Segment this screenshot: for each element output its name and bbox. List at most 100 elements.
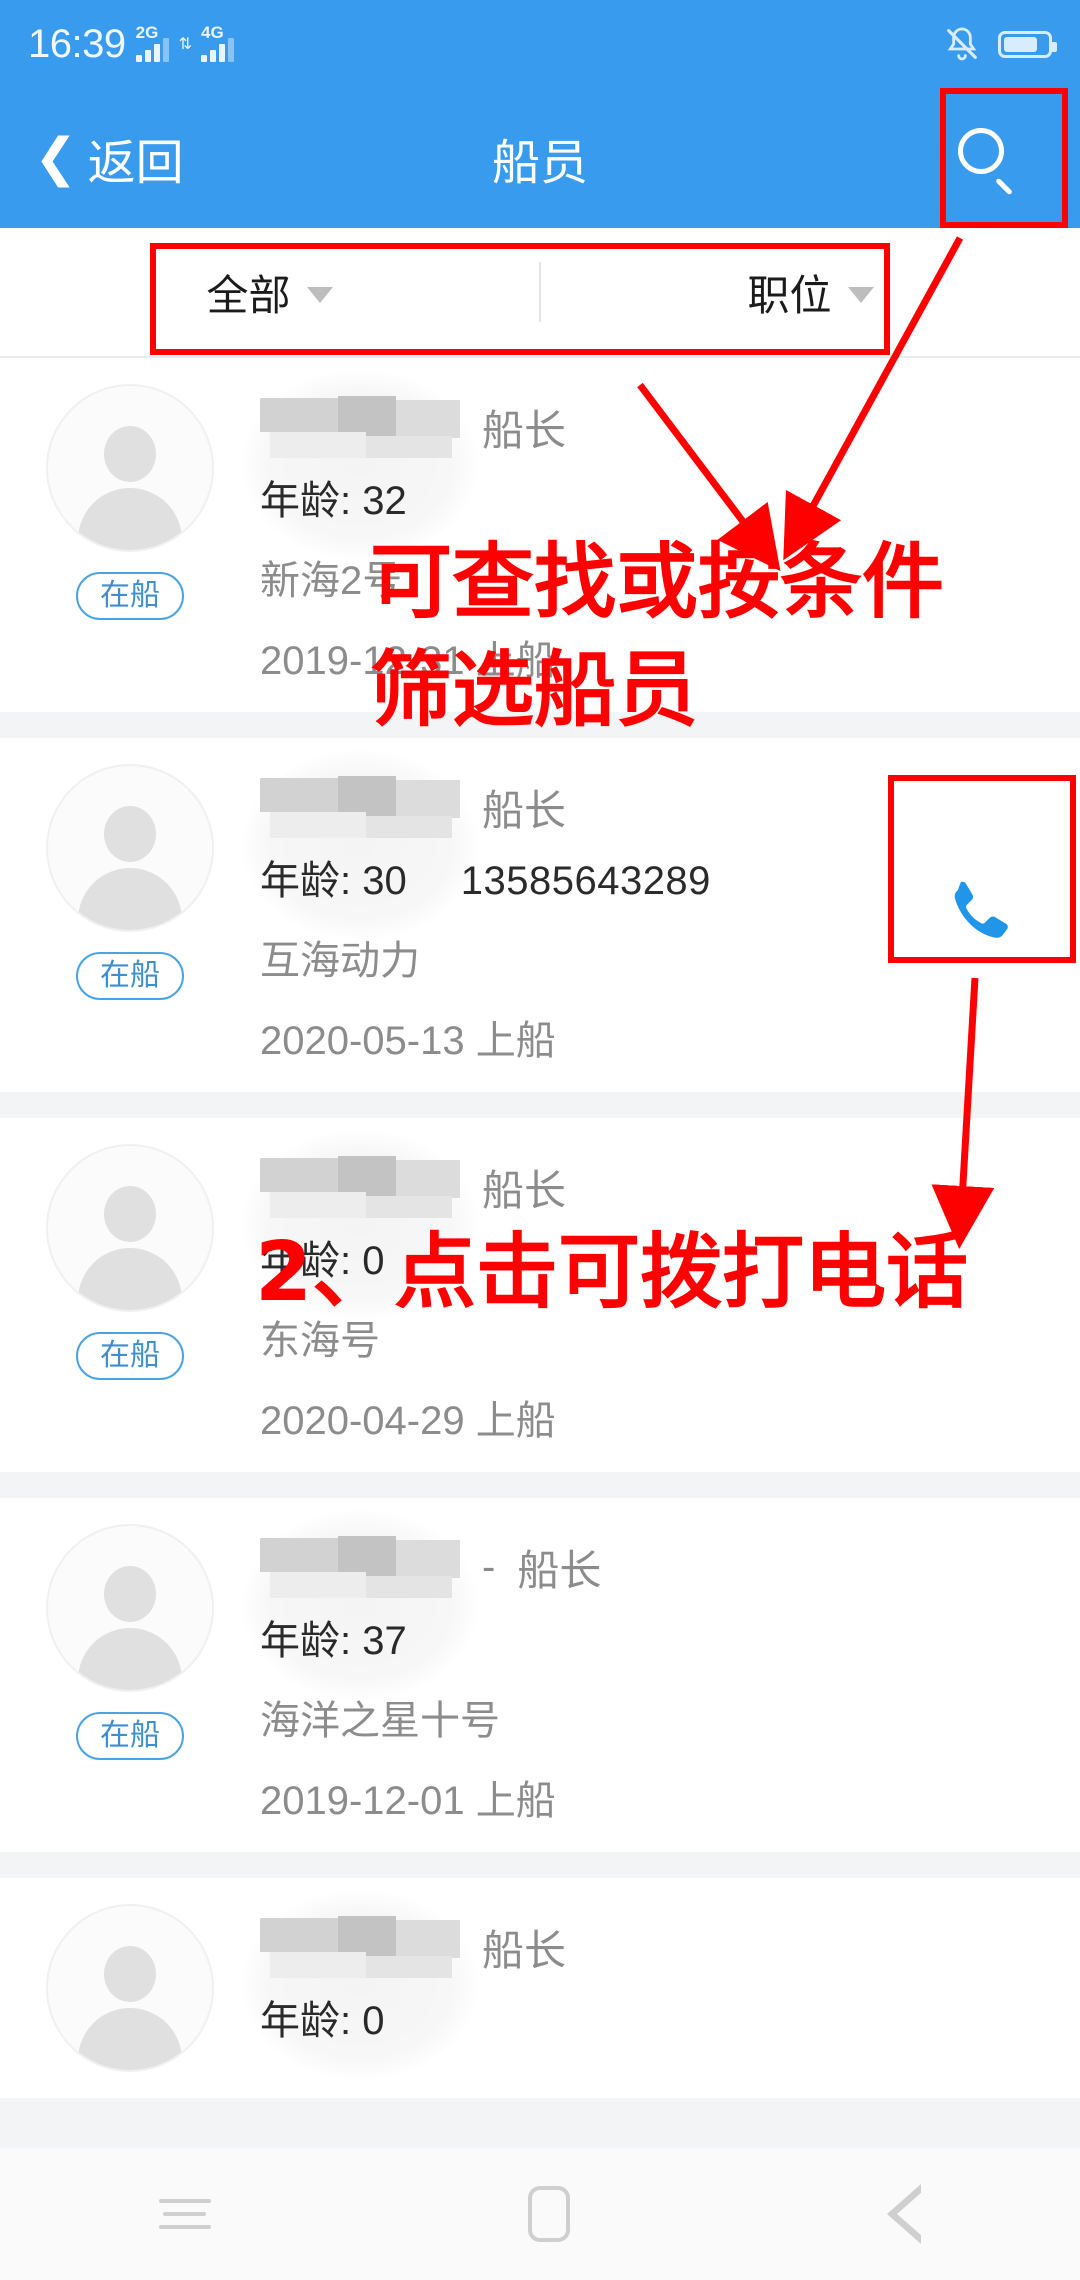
status-badge: 在船: [76, 572, 184, 620]
crew-call-area: [880, 1524, 1080, 1826]
avatar-placeholder-icon: [70, 1558, 190, 1690]
crew-name-row: 船长: [260, 392, 880, 462]
crew-ship: 海洋之星十号: [260, 1699, 500, 1743]
filter-all-label: 全部: [206, 271, 291, 319]
avatar-placeholder-icon: [70, 798, 190, 930]
avatar: [46, 1144, 214, 1312]
crew-age: 年龄: 37: [260, 1619, 407, 1663]
crew-role: 船长: [482, 1926, 567, 1974]
crew-age: 年龄: 30: [260, 859, 407, 903]
crew-board-date: 2020-04-29 上船: [260, 1399, 556, 1443]
crew-name-row: 船长: [260, 772, 880, 842]
status-badge: 在船: [76, 952, 184, 1000]
crew-info: - 船长 年龄: 37 海洋之星十号 2019-12-01 上船: [242, 1510, 880, 1826]
avatar: [46, 1904, 214, 2072]
crew-info: 船长 年龄: 0 东海号 2020-04-29 上船: [242, 1130, 880, 1446]
nav-header: ❮ 返回 船员: [0, 88, 1080, 228]
app-root: 16:39 2G ⇅ 4G ❮ 返回 船员 全部 职位 在船 船长 年龄: 32…: [0, 0, 1080, 2280]
filter-bar: 全部 职位: [0, 228, 1080, 358]
chevron-down-icon: [306, 287, 333, 303]
crew-avatar-area: [0, 1904, 260, 2072]
network-type-label-2: 4G: [201, 23, 224, 42]
crew-avatar-area: 在船: [0, 1524, 260, 1826]
status-bar-left: 16:39 2G ⇅ 4G: [28, 21, 235, 67]
filter-position-label: 职位: [747, 271, 832, 319]
menu-icon[interactable]: [158, 2190, 211, 2238]
data-transfer-icon: ⇅: [178, 36, 193, 53]
crew-role: 船长: [482, 1166, 567, 1214]
crew-info: 船长 年龄: 0: [242, 1890, 880, 2080]
crew-ship: 东海号: [260, 1319, 380, 1363]
page-title: 船员: [491, 137, 588, 190]
crew-board-date: 2019-12-31 上船: [260, 639, 556, 683]
list-item[interactable]: 在船 船长 年龄: 30 13585643289 互海动力 2020-05-13…: [0, 738, 1080, 1092]
crew-age: 年龄: 0: [260, 1999, 385, 2043]
back-triangle-icon[interactable]: [887, 2184, 923, 2244]
avatar: [46, 764, 214, 932]
battery-icon: [998, 30, 1057, 58]
status-badge: 在船: [76, 1712, 184, 1760]
signal-indicator-1: 2G: [135, 23, 169, 62]
list-item[interactable]: 在船 - 船长 年龄: 37 海洋之星十号 2019-12-01 上船: [0, 1498, 1080, 1852]
list-separator: [0, 1852, 1080, 1878]
crew-info: 船长 年龄: 30 13585643289 互海动力 2020-05-13 上船: [242, 750, 880, 1066]
list-separator: [0, 712, 1080, 738]
network-type-label-1: 2G: [135, 23, 159, 42]
crew-name-masked: [260, 396, 460, 458]
crew-name-masked: [260, 776, 460, 838]
crew-age: 年龄: 32: [260, 479, 407, 523]
avatar-placeholder-icon: [70, 1938, 190, 2070]
home-square-icon[interactable]: [527, 2186, 570, 2242]
search-icon: [958, 128, 1018, 196]
crew-phone: 13585643289: [460, 859, 711, 903]
list-item[interactable]: 在船 船长 年龄: 0 东海号 2020-04-29 上船: [0, 1118, 1080, 1472]
crew-meta-row: 年龄: 37: [260, 1608, 880, 1666]
crew-call-area: [880, 1144, 1080, 1446]
crew-meta-row: 年龄: 32: [260, 468, 880, 526]
crew-role: 船长: [482, 786, 567, 834]
crew-list[interactable]: 在船 船长 年龄: 32 新海2号 2019-12-31 上船 在船 船长 年龄…: [0, 358, 1080, 2280]
status-bar: 16:39 2G ⇅ 4G: [0, 0, 1080, 88]
list-separator: [0, 1472, 1080, 1498]
crew-ship: 新海2号: [260, 559, 403, 603]
signal-indicator-2: 4G: [201, 23, 235, 62]
crew-age: 年龄: 0: [260, 1239, 385, 1283]
crew-info: 船长 年龄: 32 新海2号 2019-12-31 上船: [242, 370, 880, 686]
call-button[interactable]: [880, 764, 1080, 1066]
phone-icon: [954, 881, 1008, 938]
crew-name-masked: [260, 1156, 460, 1218]
system-nav-bar: [0, 2148, 1080, 2280]
list-item[interactable]: 船长 年龄: 0: [0, 1878, 1080, 2098]
crew-name-dash: -: [482, 1544, 496, 1589]
crew-role: 船长: [517, 1546, 602, 1594]
avatar: [46, 1524, 214, 1692]
chevron-left-icon: ❮: [34, 129, 78, 187]
back-button[interactable]: ❮ 返回: [0, 123, 320, 193]
filter-all-dropdown[interactable]: 全部: [0, 262, 539, 323]
search-button[interactable]: [760, 128, 1080, 196]
crew-name-row: 船长: [260, 1152, 880, 1222]
crew-name-masked: [260, 1536, 460, 1598]
crew-avatar-area: 在船: [0, 1144, 260, 1446]
filter-position-dropdown[interactable]: 职位: [541, 262, 1080, 323]
status-badge: 在船: [76, 1332, 184, 1380]
crew-name-masked: [260, 1916, 460, 1978]
status-bar-right: [942, 24, 1057, 64]
back-button-label: 返回: [87, 137, 184, 190]
crew-board-date: 2019-12-01 上船: [260, 1779, 556, 1823]
status-clock: 16:39: [28, 21, 126, 66]
list-separator: [0, 1092, 1080, 1118]
crew-meta-row: 年龄: 0: [260, 1988, 880, 2046]
avatar-placeholder-icon: [70, 1178, 190, 1310]
avatar-placeholder-icon: [70, 418, 190, 550]
crew-meta-row: 年龄: 30 13585643289: [260, 848, 880, 906]
crew-name-row: 船长: [260, 1912, 880, 1982]
crew-avatar-area: 在船: [0, 384, 260, 686]
crew-name-row: - 船长: [260, 1532, 880, 1602]
crew-meta-row: 年龄: 0: [260, 1228, 880, 1286]
crew-avatar-area: 在船: [0, 764, 260, 1066]
list-item[interactable]: 在船 船长 年龄: 32 新海2号 2019-12-31 上船: [0, 358, 1080, 712]
bell-muted-icon: [947, 27, 977, 61]
chevron-down-icon: [847, 287, 874, 303]
avatar: [46, 384, 214, 552]
